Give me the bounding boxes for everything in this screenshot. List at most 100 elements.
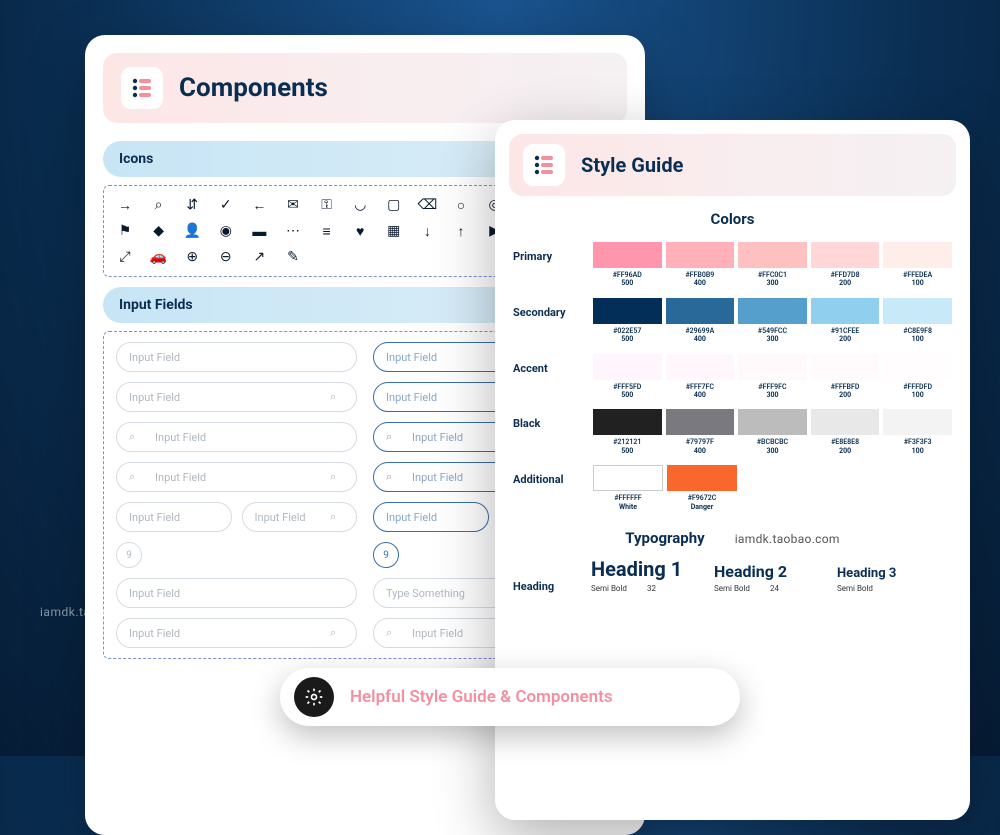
search-icon: ⌕ [386,470,400,484]
swatch[interactable] [593,409,662,435]
dots-icon[interactable]: ⋯ [284,222,302,240]
swatch[interactable] [811,354,880,380]
swatch-meta: #BCBCBC300 [738,438,807,455]
swatch[interactable] [811,242,880,268]
placeholder: Input Field [155,471,206,484]
typo-sample: Heading 2Semi Bold24 [714,562,829,593]
placeholder: Input Field [129,511,180,524]
swatch-meta: #FFB0B9400 [666,271,735,288]
color-group-label: Secondary [513,298,583,319]
input-field[interactable]: Input Field ⌕ [242,502,358,532]
placeholder: Input Field [129,627,180,640]
swatch[interactable] [593,354,662,380]
swatch[interactable] [883,242,952,268]
color-group-label: Additional [513,465,583,486]
typography-title: Typography [625,529,704,547]
swatch[interactable] [593,465,663,491]
swatch-meta: #FFFFFFWhite [593,494,663,511]
color-group-additional: Additional#FFFFFFWhite#F9672CDanger [513,465,952,511]
gear-icon [294,677,334,717]
step-button[interactable]: 9 [373,542,399,568]
key-icon[interactable]: ⚿ [318,196,336,214]
components-header: Components [103,53,627,123]
list-icon[interactable]: ≡ [318,222,336,240]
typography-watermark: iamdk.taobao.com [735,532,840,546]
cancel-icon[interactable]: ⌫ [418,196,436,214]
swatch[interactable] [883,409,952,435]
colors-title: Colors [495,210,970,228]
arrow-right-icon[interactable]: → [116,196,134,214]
minus-circle-icon[interactable]: ⊖ [217,248,235,266]
swatch-meta: #FFC0C1300 [738,271,807,288]
placeholder: Input Field [412,431,463,444]
heart-icon[interactable]: ♥ [351,222,369,240]
swatch[interactable] [738,409,807,435]
swatch[interactable] [738,242,807,268]
search-icon: ⌕ [330,510,344,524]
expand-icon[interactable]: ⤢ [116,248,134,266]
swatch[interactable] [666,242,735,268]
square-icon[interactable]: ▢ [385,196,403,214]
swatch-meta: #FFEDEA100 [883,271,952,288]
swatch-meta: #F3F3F3100 [883,438,952,455]
swatch[interactable] [593,298,662,324]
tag-icon[interactable]: ◆ [150,222,168,240]
check-icon[interactable]: ✓ [217,196,235,214]
download-icon[interactable]: ↓ [418,222,436,240]
input-field[interactable]: ⌕Input Field [116,422,357,452]
chat-icon[interactable]: ▬ [250,222,268,240]
pin-icon[interactable]: ⚑ [116,222,134,240]
search-icon: ⌕ [330,390,344,404]
swatch-meta: #FFF9FC300 [738,383,807,400]
search-icon: ⌕ [129,470,143,484]
swatch[interactable] [666,298,735,324]
swatch[interactable] [593,242,662,268]
filter-icon[interactable]: ⇵ [183,196,201,214]
swatch[interactable] [666,409,735,435]
typography-header: Typography iamdk.taobao.com [513,529,952,547]
input-field[interactable]: Input Field [116,578,357,608]
swatch[interactable] [883,298,952,324]
swatch[interactable] [883,354,952,380]
car-icon[interactable]: 🚗 [150,248,168,266]
swatch-meta: #FFD7D8200 [811,271,880,288]
eye-closed-icon[interactable]: ◡ [351,196,369,214]
location-icon[interactable]: ◉ [217,222,235,240]
typo-sample: Heading 3Semi Bold [837,566,952,593]
typo-row-label: Heading [513,580,583,593]
input-field[interactable]: Input Field [373,502,489,532]
mail-icon[interactable]: ✉ [284,196,302,214]
user-icon[interactable]: 👤 [183,222,201,240]
circle-icon[interactable]: ○ [452,196,470,214]
swatch-meta: #FF96AD500 [593,271,662,288]
step-button[interactable]: 9 [116,542,142,568]
search-icon[interactable]: ⌕ [150,196,168,214]
input-field[interactable]: Input Field [116,502,232,532]
placeholder: Input Field [255,511,306,524]
promo-pill[interactable]: Helpful Style Guide & Components [280,668,740,726]
input-field[interactable]: ⌕Input Field⌕ [116,462,357,492]
color-group-secondary: Secondary#022E57500#29699A400#549FCC300#… [513,298,952,344]
placeholder: Input Field [386,391,437,404]
upload-icon[interactable]: ↑ [452,222,470,240]
search-icon: ⌕ [386,430,400,444]
calendar-icon[interactable]: ▦ [385,222,403,240]
color-group-label: Black [513,409,583,430]
input-field[interactable]: Input Field⌕ [116,618,357,648]
placeholder: Input Field [412,627,463,640]
arrow-left-icon[interactable]: ← [250,196,268,214]
swatch[interactable] [667,465,737,491]
edit-icon[interactable]: ✎ [284,248,302,266]
share-icon[interactable]: ↗ [250,248,268,266]
swatch[interactable] [811,298,880,324]
plus-circle-icon[interactable]: ⊕ [183,248,201,266]
swatch[interactable] [666,354,735,380]
swatch[interactable] [738,354,807,380]
swatch[interactable] [811,409,880,435]
swatch-meta: #FFFBFD200 [811,383,880,400]
input-field[interactable]: Input Field [116,342,357,372]
promo-text: Helpful Style Guide & Components [350,687,613,707]
swatch[interactable] [738,298,807,324]
swatch-meta: #C8E9F8100 [883,327,952,344]
input-field[interactable]: Input Field⌕ [116,382,357,412]
